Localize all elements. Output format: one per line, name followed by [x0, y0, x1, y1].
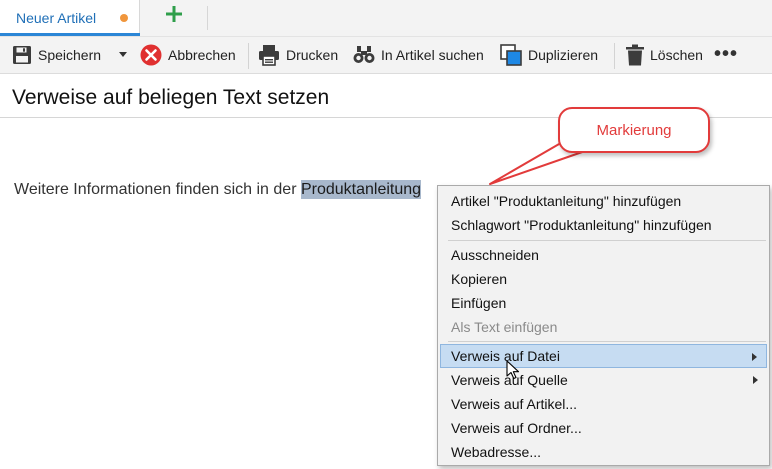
save-button[interactable]: Speichern: [12, 37, 101, 73]
tab-neuer-artikel[interactable]: Neuer Artikel: [0, 0, 140, 36]
save-label: Speichern: [38, 47, 102, 63]
delete-button[interactable]: Löschen: [626, 37, 703, 73]
menu-separator: [448, 240, 766, 241]
tab-label: Neuer Artikel: [16, 10, 97, 26]
callout-label: Markierung: [596, 122, 672, 139]
menu-item-copy[interactable]: Kopieren: [440, 267, 767, 291]
search-in-article-button[interactable]: In Artikel suchen: [353, 37, 484, 73]
search-label: In Artikel suchen: [381, 47, 484, 63]
menu-separator: [448, 341, 766, 342]
menu-item-label: Ausschneiden: [451, 247, 539, 263]
menu-item-cut[interactable]: Ausschneiden: [440, 243, 767, 267]
menu-item-add-article[interactable]: Artikel "Produktanleitung" hinzufügen: [440, 189, 767, 213]
toolbar-divider: [614, 43, 615, 69]
toolbar: Speichern Abbrechen Drucken In Artikel s…: [0, 36, 772, 74]
floppy-disk-icon: [13, 46, 31, 64]
print-label: Drucken: [286, 47, 339, 63]
more-options-icon[interactable]: •••: [714, 43, 738, 66]
menu-item-paste[interactable]: Einfügen: [440, 291, 767, 315]
duplicate-label: Duplizieren: [528, 47, 599, 63]
cancel-label: Abbrechen: [168, 47, 236, 63]
selected-text[interactable]: Produktanleitung: [300, 180, 422, 199]
menu-item-label: Verweis auf Quelle: [451, 372, 568, 388]
menu-item-label: Verweis auf Artikel...: [451, 396, 578, 412]
toolbar-divider: [248, 43, 249, 69]
menu-item-label: Artikel "Produktanleitung" hinzufügen: [451, 193, 682, 209]
menu-item-link-to-file[interactable]: Verweis auf Datei: [440, 344, 767, 368]
menu-item-label: Einfügen: [451, 295, 507, 311]
trash-icon: [626, 44, 644, 66]
printer-icon: [259, 45, 279, 66]
menu-item-paste-as-text: Als Text einfügen: [440, 315, 767, 339]
menu-item-link-to-source[interactable]: Verweis auf Quelle: [440, 368, 767, 392]
menu-item-label: Verweis auf Datei: [451, 348, 560, 364]
unsaved-indicator-icon: [120, 14, 128, 22]
context-menu: Artikel "Produktanleitung" hinzufügen Sc…: [437, 185, 770, 466]
menu-item-label: Kopieren: [451, 271, 508, 287]
delete-label: Löschen: [650, 47, 703, 63]
article-body-text[interactable]: Weitere Informationen finden sich in der…: [14, 180, 422, 199]
plus-icon[interactable]: [163, 5, 185, 29]
binoculars-icon: [353, 46, 375, 63]
menu-item-web-address[interactable]: Webadresse...: [440, 440, 767, 464]
callout-bubble: Markierung: [558, 107, 710, 153]
body-text-plain: Weitere Informationen finden sich in der: [14, 181, 301, 198]
save-dropdown-chevron-down-icon[interactable]: [119, 52, 127, 57]
menu-item-link-to-article[interactable]: Verweis auf Artikel...: [440, 392, 767, 416]
menu-item-label: Verweis auf Ordner...: [451, 420, 582, 436]
tab-divider: [207, 6, 208, 30]
cancel-button[interactable]: Abbrechen: [140, 37, 236, 73]
menu-item-link-to-folder[interactable]: Verweis auf Ordner...: [440, 416, 767, 440]
tab-bar: Neuer Artikel: [0, 0, 772, 36]
menu-item-label: Schlagwort "Produktanleitung" hinzufügen: [451, 217, 712, 233]
cancel-x-circle-icon: [140, 44, 162, 66]
submenu-arrow-icon: [753, 376, 758, 384]
menu-item-add-keyword[interactable]: Schlagwort "Produktanleitung" hinzufügen: [440, 213, 767, 237]
page-title: Verweise auf beliegen Text setzen: [12, 86, 330, 109]
menu-item-label: Als Text einfügen: [451, 319, 558, 335]
duplicate-button[interactable]: Duplizieren: [500, 37, 598, 73]
submenu-arrow-icon: [752, 353, 757, 361]
menu-item-label: Webadresse...: [451, 444, 542, 460]
print-button[interactable]: Drucken: [258, 37, 338, 73]
duplicate-icon: [500, 44, 522, 66]
